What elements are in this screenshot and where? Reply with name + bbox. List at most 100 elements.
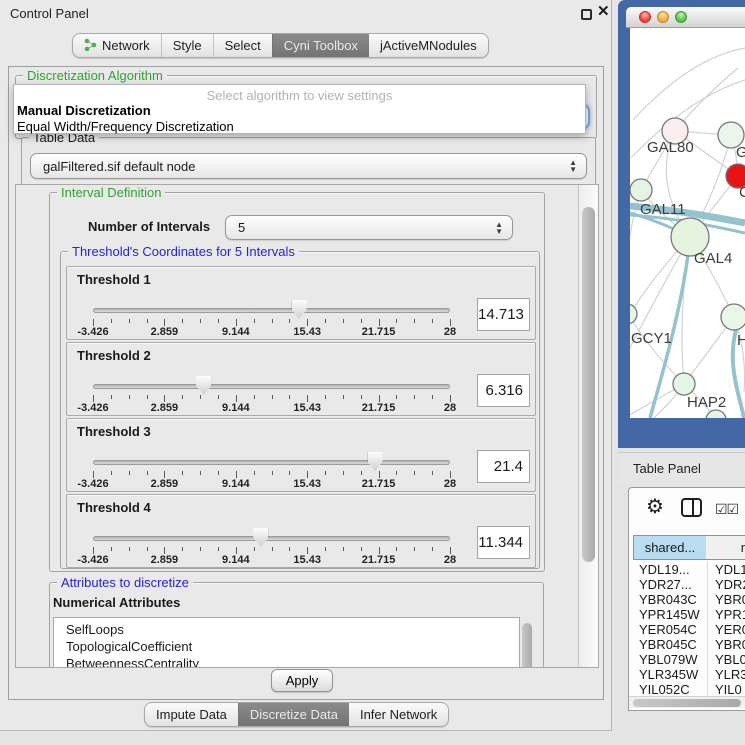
tick-mark	[289, 395, 290, 399]
slider-thumb[interactable]	[292, 300, 307, 319]
tick-mark	[361, 471, 362, 475]
tick-mark	[236, 395, 237, 402]
table-cell[interactable]: YBR0	[715, 637, 745, 652]
slider-track[interactable]	[93, 460, 450, 465]
table-cell[interactable]: YER054C	[639, 622, 697, 637]
interval-definition-group: Interval Definition Number of Intervals …	[49, 192, 545, 572]
tab-network[interactable]: Network	[73, 34, 161, 57]
close-icon[interactable]: ✕	[597, 2, 610, 20]
HAP2-node[interactable]	[673, 373, 695, 395]
number-of-intervals-select[interactable]: 5 ▲▼	[225, 215, 513, 240]
table-cell[interactable]: YIL052C	[639, 682, 690, 697]
tick-mark	[450, 319, 451, 326]
slider-track[interactable]	[93, 536, 450, 541]
tick-mark	[254, 319, 255, 323]
tick-mark	[164, 547, 165, 554]
float-window-icon[interactable]	[581, 9, 592, 20]
table-cell[interactable]: YBR0	[715, 592, 745, 607]
group-title: Interval Definition	[57, 185, 165, 200]
tick-mark	[129, 547, 130, 551]
tab-infer-network[interactable]: Infer Network	[349, 703, 448, 726]
network-canvas[interactable]: GAL80GCGAL11GAL4GCY1HHAP2	[630, 28, 745, 418]
slider-thumb[interactable]	[196, 376, 211, 395]
tick-label: -3.426	[63, 402, 123, 414]
attribute-item[interactable]: BetweennessCentrality	[54, 655, 519, 668]
tick-mark	[307, 395, 308, 402]
tab-jactivemnodules[interactable]: jActiveMNodules	[369, 34, 488, 57]
table-cell[interactable]: YDR27...	[639, 577, 692, 592]
tick-mark	[379, 395, 380, 402]
intervals-value: 5	[238, 220, 245, 235]
tick-label: 15.43	[277, 402, 337, 414]
right-node[interactable]	[721, 304, 745, 330]
scrollbar-thumb[interactable]	[582, 207, 595, 562]
table-cell[interactable]: YLR345W	[639, 667, 698, 682]
table-cell[interactable]: YIL0	[715, 682, 742, 697]
close-traffic-light-icon[interactable]	[639, 11, 651, 23]
GAL11-node[interactable]	[630, 179, 652, 201]
table-cell[interactable]: YDL19...	[639, 562, 690, 577]
dropdown-prompt: Select algorithm to view settings	[14, 88, 585, 103]
column-header-shared-name[interactable]: shared...	[633, 535, 707, 560]
tick-mark	[379, 547, 380, 554]
list-scrollbar-thumb[interactable]	[522, 623, 532, 668]
scrollbar-thumb[interactable]	[633, 699, 741, 707]
threshold-value-field[interactable]: 11.344	[477, 526, 530, 559]
table-cell[interactable]: YBL0	[715, 652, 745, 667]
bottom-tab-bar: Impute DataDiscretize DataInfer Network	[144, 702, 449, 727]
apply-button[interactable]: Apply	[271, 669, 333, 692]
table-cell[interactable]: YLR3	[715, 667, 745, 682]
tick-mark	[111, 319, 112, 323]
node-label: H	[737, 332, 745, 349]
mac-titlebar[interactable]	[626, 7, 745, 28]
tick-mark	[450, 471, 451, 478]
tab-cyni-toolbox[interactable]: Cyni Toolbox	[272, 34, 369, 57]
gear-icon[interactable]: ⚙	[646, 494, 664, 519]
column-header-label: n	[741, 540, 745, 555]
GCY1-node[interactable]	[630, 304, 637, 324]
attributes-list[interactable]: SelfLoopsTopologicalCoefficientBetweenne…	[53, 617, 520, 668]
tick-mark	[254, 471, 255, 475]
attribute-item[interactable]: SelfLoops	[54, 621, 519, 638]
horizontal-scrollbar[interactable]	[629, 696, 745, 708]
tick-mark	[93, 471, 94, 478]
select-columns-icon[interactable]: ☑☑	[715, 501, 738, 518]
threshold-value-field[interactable]: 6.316	[477, 374, 530, 407]
vertical-scrollbar[interactable]	[578, 185, 598, 667]
slider-thumb[interactable]	[253, 528, 268, 547]
minimize-traffic-light-icon[interactable]	[657, 11, 669, 23]
tick-label: 2.859	[134, 326, 194, 338]
split-columns-icon[interactable]	[681, 498, 702, 517]
threshold-value-field[interactable]: 21.4	[477, 450, 530, 483]
table-cell[interactable]: YPR145W	[639, 607, 700, 622]
table-cell[interactable]: YBL079W	[639, 652, 698, 667]
table-cell[interactable]: YBR045C	[639, 637, 697, 652]
table-cell[interactable]: YBR043C	[639, 592, 697, 607]
table-data-select[interactable]: galFiltered.sif default node ▲▼	[30, 153, 587, 179]
zoom-traffic-light-icon[interactable]	[675, 11, 687, 23]
tick-mark	[236, 319, 237, 326]
dropdown-item-manual-discretization[interactable]: Manual Discretization	[17, 103, 151, 118]
tab-impute-data[interactable]: Impute Data	[145, 703, 238, 726]
column-header-name[interactable]: n	[706, 535, 745, 560]
tab-style[interactable]: Style	[161, 34, 213, 57]
table-cell[interactable]: YDR2	[715, 577, 745, 592]
tick-mark	[289, 319, 290, 323]
attribute-item[interactable]: TopologicalCoefficient	[54, 638, 519, 655]
tick-mark	[396, 547, 397, 551]
spinner-arrows-icon: ▲▼	[495, 221, 503, 235]
tab-select[interactable]: Select	[213, 34, 272, 57]
dropdown-item-equal-width[interactable]: Equal Width/Frequency Discretization	[17, 119, 234, 134]
tab-discretize-data[interactable]: Discretize Data	[238, 703, 349, 726]
tick-mark	[343, 395, 344, 399]
slider-track[interactable]	[93, 384, 450, 389]
threshold-label: Threshold 4	[77, 500, 151, 515]
table-panel-title: Table Panel	[633, 461, 701, 476]
threshold-value-field[interactable]: 14.713	[477, 298, 530, 331]
table-cell[interactable]: YDL1	[715, 562, 745, 577]
slider-thumb[interactable]	[368, 452, 383, 471]
table-cell[interactable]: YPR1	[715, 607, 745, 622]
slider-track[interactable]	[93, 308, 450, 313]
tick-mark	[182, 547, 183, 551]
table-cell[interactable]: YER0	[715, 622, 745, 637]
